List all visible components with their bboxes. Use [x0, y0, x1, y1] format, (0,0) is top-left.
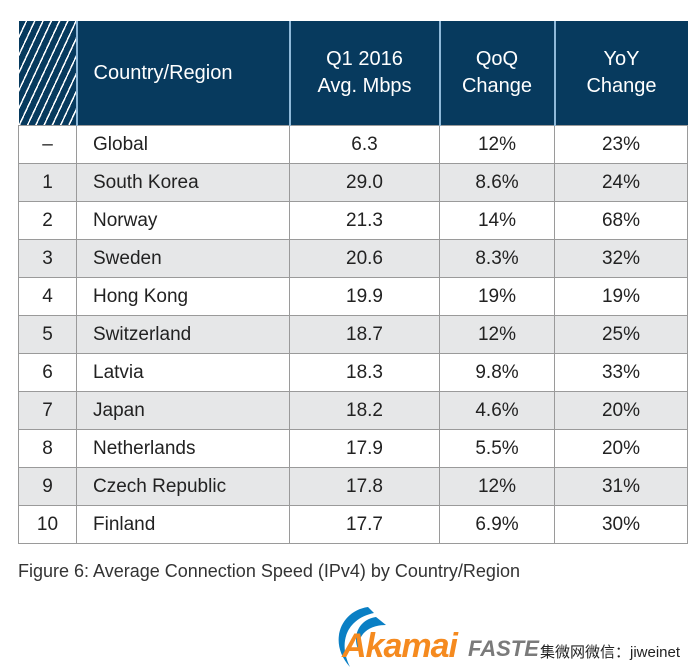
country-cell: Latvia [76, 353, 290, 392]
table-row: 4 Hong Kong 19.9 19% 19% [18, 277, 688, 316]
country-cell: Sweden [76, 239, 290, 278]
avg-mbps-cell: 18.7 [289, 315, 440, 354]
country-cell: Czech Republic [76, 467, 290, 506]
hatch-header-cell [18, 21, 77, 126]
header-row: Country/Region Q1 2016 Avg. Mbps QoQ Chang… [18, 21, 688, 126]
country-cell: Hong Kong [76, 277, 290, 316]
yoy-cell: 32% [554, 239, 688, 278]
header-line: Change [586, 75, 657, 97]
rank-cell: 7 [18, 391, 77, 430]
rank-cell: – [18, 125, 77, 164]
table-row: 7 Japan 18.2 4.6% 20% [18, 391, 688, 430]
country-cell: Norway [76, 201, 290, 240]
country-cell: Finland [76, 505, 290, 544]
yoy-cell: 30% [554, 505, 688, 544]
qoq-cell: 12% [439, 467, 555, 506]
table-row: 10 Finland 17.7 6.9% 30% [18, 505, 688, 544]
qoq-cell: 8.6% [439, 163, 555, 202]
header-line: QoQ [475, 48, 519, 70]
table-row: 1 South Korea 29.0 8.6% 24% [18, 163, 688, 202]
speed-table: Country/Region Q1 2016 Avg. Mbps QoQ Chang… [18, 21, 688, 544]
yoy-cell: 20% [554, 391, 688, 430]
table-row: – Global 6.3 12% 23% [18, 125, 688, 164]
qoq-cell: 14% [439, 201, 555, 240]
yoy-cell: 19% [554, 277, 688, 316]
rank-cell: 10 [18, 505, 77, 544]
table-row: 8 Netherlands 17.9 5.5% 20% [18, 429, 688, 468]
qoq-cell: 4.6% [439, 391, 555, 430]
yoy-cell: 33% [554, 353, 688, 392]
avg-mbps-cell: 20.6 [289, 239, 440, 278]
qoq-cell: 19% [439, 277, 555, 316]
figure-caption: Figure 6: Average Connection Speed (IPv4… [18, 561, 520, 581]
avg-mbps-cell: 6.3 [289, 125, 440, 164]
country-cell: Switzerland [76, 315, 290, 354]
avg-mbps-cell: 17.8 [289, 467, 440, 506]
country-cell: Netherlands [76, 429, 290, 468]
avg-mbps-cell: 29.0 [289, 163, 440, 202]
qoq-cell: 12% [439, 315, 555, 354]
avg-mbps-cell: 17.9 [289, 429, 440, 468]
avg-mbps-cell: 17.7 [289, 505, 440, 544]
qoq-cell: 6.9% [439, 505, 555, 544]
header-qoq: QoQ Change [438, 21, 555, 126]
table-row: 6 Latvia 18.3 9.8% 33% [18, 353, 688, 392]
header-line: YoY [603, 48, 640, 70]
yoy-cell: 68% [554, 201, 688, 240]
yoy-cell: 20% [554, 429, 688, 468]
header-yoy: YoY Change [553, 21, 688, 126]
qoq-cell: 12% [439, 125, 555, 164]
table-row: 2 Norway 21.3 14% 68% [18, 201, 688, 240]
country-cell: South Korea [76, 163, 290, 202]
brand-name: Akamai [342, 627, 458, 665]
rank-cell: 3 [18, 239, 77, 278]
rank-cell: 4 [18, 277, 77, 316]
table-row: 5 Switzerland 18.7 12% 25% [18, 315, 688, 354]
yoy-cell: 23% [554, 125, 688, 164]
rank-cell: 6 [18, 353, 77, 392]
table-row: 3 Sweden 20.6 8.3% 32% [18, 239, 688, 278]
country-cell: Global [76, 125, 290, 164]
yoy-cell: 24% [554, 163, 688, 202]
brand-tagline: FASTE [468, 636, 539, 661]
header-line: Q1 2016 [326, 48, 403, 70]
rank-cell: 9 [18, 467, 77, 506]
header-country: Country/Region [75, 21, 290, 126]
qoq-cell: 8.3% [439, 239, 555, 278]
country-cell: Japan [76, 391, 290, 430]
header-line: Avg. Mbps [317, 75, 412, 97]
rank-cell: 5 [18, 315, 77, 354]
header-line: Change [461, 75, 533, 97]
qoq-cell: 5.5% [439, 429, 555, 468]
akamai-logo: Akamai FASTE 集微网微信：jiweinet [328, 603, 691, 669]
avg-mbps-cell: 19.9 [289, 277, 440, 316]
rank-cell: 1 [18, 163, 77, 202]
rank-cell: 8 [18, 429, 77, 468]
header-avg-mbps: Q1 2016 Avg. Mbps [288, 21, 440, 126]
rank-cell: 2 [18, 201, 77, 240]
watermark: 集微网微信：jiweinet [540, 641, 685, 662]
yoy-cell: 25% [554, 315, 688, 354]
avg-mbps-cell: 21.3 [289, 201, 440, 240]
avg-mbps-cell: 18.2 [289, 391, 440, 430]
qoq-cell: 9.8% [439, 353, 555, 392]
avg-mbps-cell: 18.3 [289, 353, 440, 392]
yoy-cell: 31% [554, 467, 688, 506]
table-row: 9 Czech Republic 17.8 12% 31% [18, 467, 688, 506]
